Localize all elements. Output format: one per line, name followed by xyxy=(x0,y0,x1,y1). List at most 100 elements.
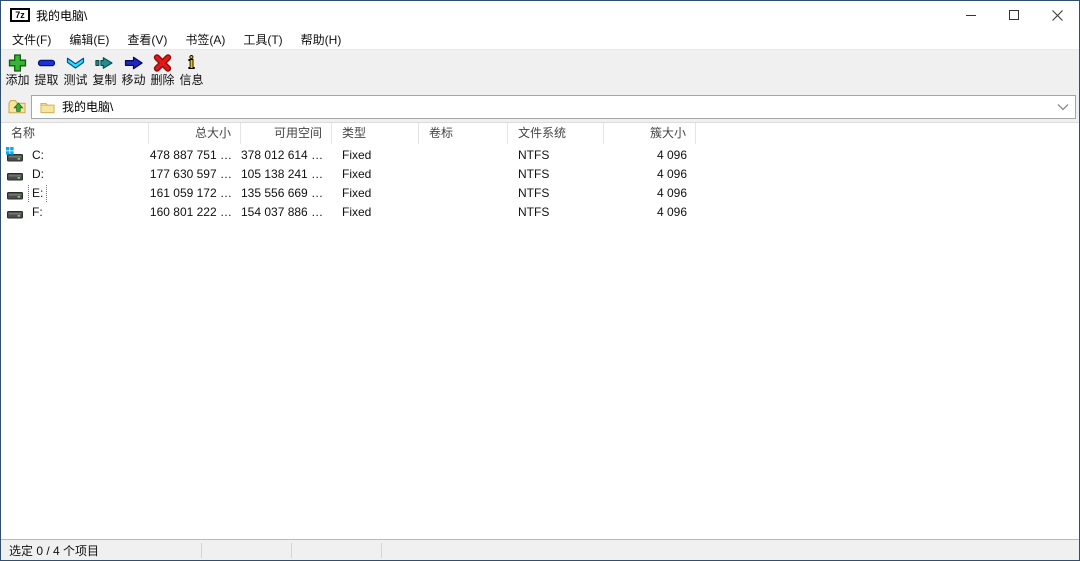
total-size-cell: 161 059 172 … xyxy=(149,184,241,203)
info-i-icon: i xyxy=(181,53,202,73)
drive-name: C: xyxy=(28,146,48,165)
maximize-button[interactable] xyxy=(993,1,1036,29)
app-window: 7z 我的电脑\ 文件(F) 编辑(E) 查看(V) 书签(A) 工具(T) 帮… xyxy=(0,0,1080,561)
test-button[interactable]: 测试 xyxy=(61,53,90,87)
filler-cell xyxy=(696,165,1079,184)
drive-name: D: xyxy=(28,165,48,184)
address-path: 我的电脑\ xyxy=(62,98,1057,115)
table-row[interactable]: C: 478 887 751 … 378 012 614 … Fixed NTF… xyxy=(1,146,1079,165)
menu-edit[interactable]: 编辑(E) xyxy=(60,29,118,50)
drive-name-cell[interactable]: D: xyxy=(1,165,149,184)
title-bar: 7z 我的电脑\ xyxy=(1,1,1079,29)
chevron-down-icon[interactable] xyxy=(1057,103,1069,111)
file-system-cell: NTFS xyxy=(508,184,604,203)
file-system-cell: NTFS xyxy=(508,203,604,222)
delete-x-icon xyxy=(152,53,173,73)
file-system-cell: NTFS xyxy=(508,146,604,165)
delete-label: 删除 xyxy=(150,73,174,87)
menu-tools[interactable]: 工具(T) xyxy=(234,29,291,50)
up-one-level-button[interactable] xyxy=(3,94,31,120)
close-icon xyxy=(1052,10,1063,21)
drive-name-cell[interactable]: C: xyxy=(1,146,149,165)
toolbar: 添加 提取 测试 复制 移 xyxy=(1,49,1079,91)
file-system-cell: NTFS xyxy=(508,165,604,184)
drive-icon xyxy=(7,167,23,183)
copy-button[interactable]: 复制 xyxy=(90,53,119,87)
status-divider xyxy=(291,543,292,558)
info-label: 信息 xyxy=(179,73,203,87)
volume-label-cell xyxy=(419,146,508,165)
add-button[interactable]: 添加 xyxy=(3,53,32,87)
menu-bar: 文件(F) 编辑(E) 查看(V) 书签(A) 工具(T) 帮助(H) xyxy=(1,29,1079,49)
table-row[interactable]: D: 177 630 597 … 105 138 241 … Fixed NTF… xyxy=(1,165,1079,184)
minimize-button[interactable] xyxy=(950,1,993,29)
app-7zip-icon: 7z xyxy=(10,8,30,22)
column-header-cluster-size[interactable]: 簇大小 xyxy=(604,123,696,144)
column-header-file-system[interactable]: 文件系统 xyxy=(508,123,604,144)
filler-cell xyxy=(696,203,1079,222)
total-size-cell: 478 887 751 … xyxy=(149,146,241,165)
type-cell: Fixed xyxy=(332,184,419,203)
info-button[interactable]: i 信息 xyxy=(177,53,206,87)
windows-logo-icon xyxy=(6,147,14,155)
volume-label-cell xyxy=(419,203,508,222)
test-label: 测试 xyxy=(63,73,87,87)
column-header-name[interactable]: 名称 xyxy=(1,123,149,144)
total-size-cell: 160 801 222 … xyxy=(149,203,241,222)
copy-arrow-icon xyxy=(94,53,115,73)
menu-view[interactable]: 查看(V) xyxy=(118,29,176,50)
column-header-free-space[interactable]: 可用空间 xyxy=(241,123,332,144)
selection-status: 选定 0 / 4 个项目 xyxy=(1,542,99,559)
menu-file[interactable]: 文件(F) xyxy=(3,29,60,50)
column-header-filler xyxy=(696,123,1079,144)
status-divider xyxy=(381,543,382,558)
column-headers: 名称 总大小 可用空间 类型 卷标 文件系统 簇大小 xyxy=(1,123,1079,144)
cluster-size-cell: 4 096 xyxy=(604,184,696,203)
drive-icon xyxy=(7,148,23,164)
column-header-label[interactable]: 卷标 xyxy=(419,123,508,144)
type-cell: Fixed xyxy=(332,146,419,165)
column-header-type[interactable]: 类型 xyxy=(332,123,419,144)
file-list-body: C: 478 887 751 … 378 012 614 … Fixed NTF… xyxy=(1,144,1079,222)
free-space-cell: 135 556 669 … xyxy=(241,184,332,203)
type-cell: Fixed xyxy=(332,165,419,184)
menu-help[interactable]: 帮助(H) xyxy=(292,29,351,50)
table-row[interactable]: E: 161 059 172 … 135 556 669 … Fixed NTF… xyxy=(1,184,1079,203)
drive-icon xyxy=(7,186,23,202)
address-combobox[interactable]: 我的电脑\ xyxy=(31,95,1076,119)
drive-name-cell[interactable]: F: xyxy=(1,203,149,222)
extract-label: 提取 xyxy=(34,73,58,87)
folder-icon xyxy=(40,100,55,114)
minimize-icon xyxy=(966,10,977,21)
type-cell: Fixed xyxy=(332,203,419,222)
status-divider xyxy=(201,543,202,558)
cluster-size-cell: 4 096 xyxy=(604,146,696,165)
move-arrow-icon xyxy=(123,53,144,73)
address-bar: 我的电脑\ xyxy=(1,91,1079,123)
free-space-cell: 105 138 241 … xyxy=(241,165,332,184)
cluster-size-cell: 4 096 xyxy=(604,165,696,184)
extract-minus-icon xyxy=(36,53,57,73)
add-label: 添加 xyxy=(5,73,29,87)
menu-bookmarks[interactable]: 书签(A) xyxy=(176,29,234,50)
extract-button[interactable]: 提取 xyxy=(32,53,61,87)
volume-label-cell xyxy=(419,184,508,203)
cluster-size-cell: 4 096 xyxy=(604,203,696,222)
move-button[interactable]: 移动 xyxy=(119,53,148,87)
filler-cell xyxy=(696,184,1079,203)
table-row[interactable]: F: 160 801 222 … 154 037 886 … Fixed NTF… xyxy=(1,203,1079,222)
svg-text:i: i xyxy=(188,54,195,74)
move-label: 移动 xyxy=(121,73,145,87)
drive-name: F: xyxy=(28,203,47,222)
volume-label-cell xyxy=(419,165,508,184)
drive-name: E: xyxy=(28,184,47,203)
drive-name-cell[interactable]: E: xyxy=(1,184,149,203)
close-button[interactable] xyxy=(1036,1,1079,29)
total-size-cell: 177 630 597 … xyxy=(149,165,241,184)
free-space-cell: 154 037 886 … xyxy=(241,203,332,222)
delete-button[interactable]: 删除 xyxy=(148,53,177,87)
drive-icon xyxy=(7,205,23,221)
filler-cell xyxy=(696,146,1079,165)
column-header-total-size[interactable]: 总大小 xyxy=(149,123,241,144)
free-space-cell: 378 012 614 … xyxy=(241,146,332,165)
